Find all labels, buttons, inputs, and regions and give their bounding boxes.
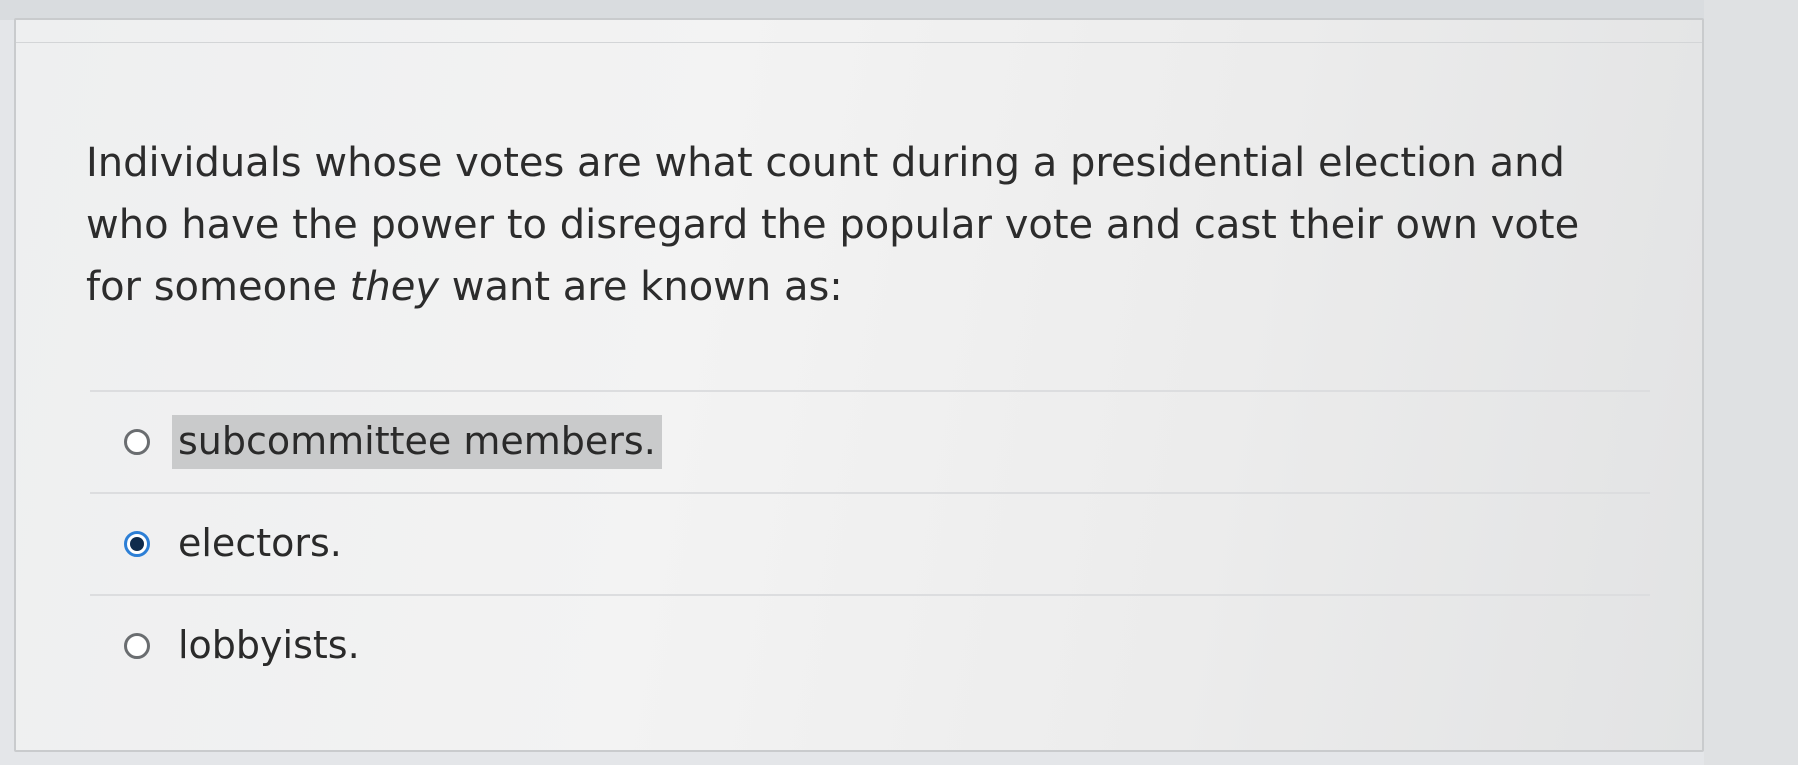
answer-label[interactable]: lobbyists. <box>172 619 366 673</box>
radio-dot-icon <box>130 537 144 551</box>
question-text-emphasis: they <box>349 264 440 310</box>
card-header <box>16 20 1702 43</box>
answer-option-electors[interactable]: electors. <box>90 494 1650 594</box>
question-text: Individuals whose votes are what count d… <box>86 132 1646 318</box>
answer-label[interactable]: subcommittee members. <box>172 415 662 469</box>
radio-button-unselected-icon[interactable] <box>124 429 150 455</box>
answer-option-subcommittee-members[interactable]: subcommittee members. <box>90 392 1650 492</box>
page-background-right <box>1704 0 1798 765</box>
radio-button-unselected-icon[interactable] <box>124 633 150 659</box>
question-text-end: want are known as: <box>439 264 843 310</box>
answer-option-lobbyists[interactable]: lobbyists. <box>90 596 1650 696</box>
top-strip <box>0 0 1798 20</box>
answer-label[interactable]: electors. <box>172 517 348 571</box>
radio-button-selected-icon[interactable] <box>124 531 150 557</box>
answer-list: subcommittee members. electors. lobbyist… <box>90 390 1650 696</box>
question-card: Individuals whose votes are what count d… <box>14 18 1704 752</box>
